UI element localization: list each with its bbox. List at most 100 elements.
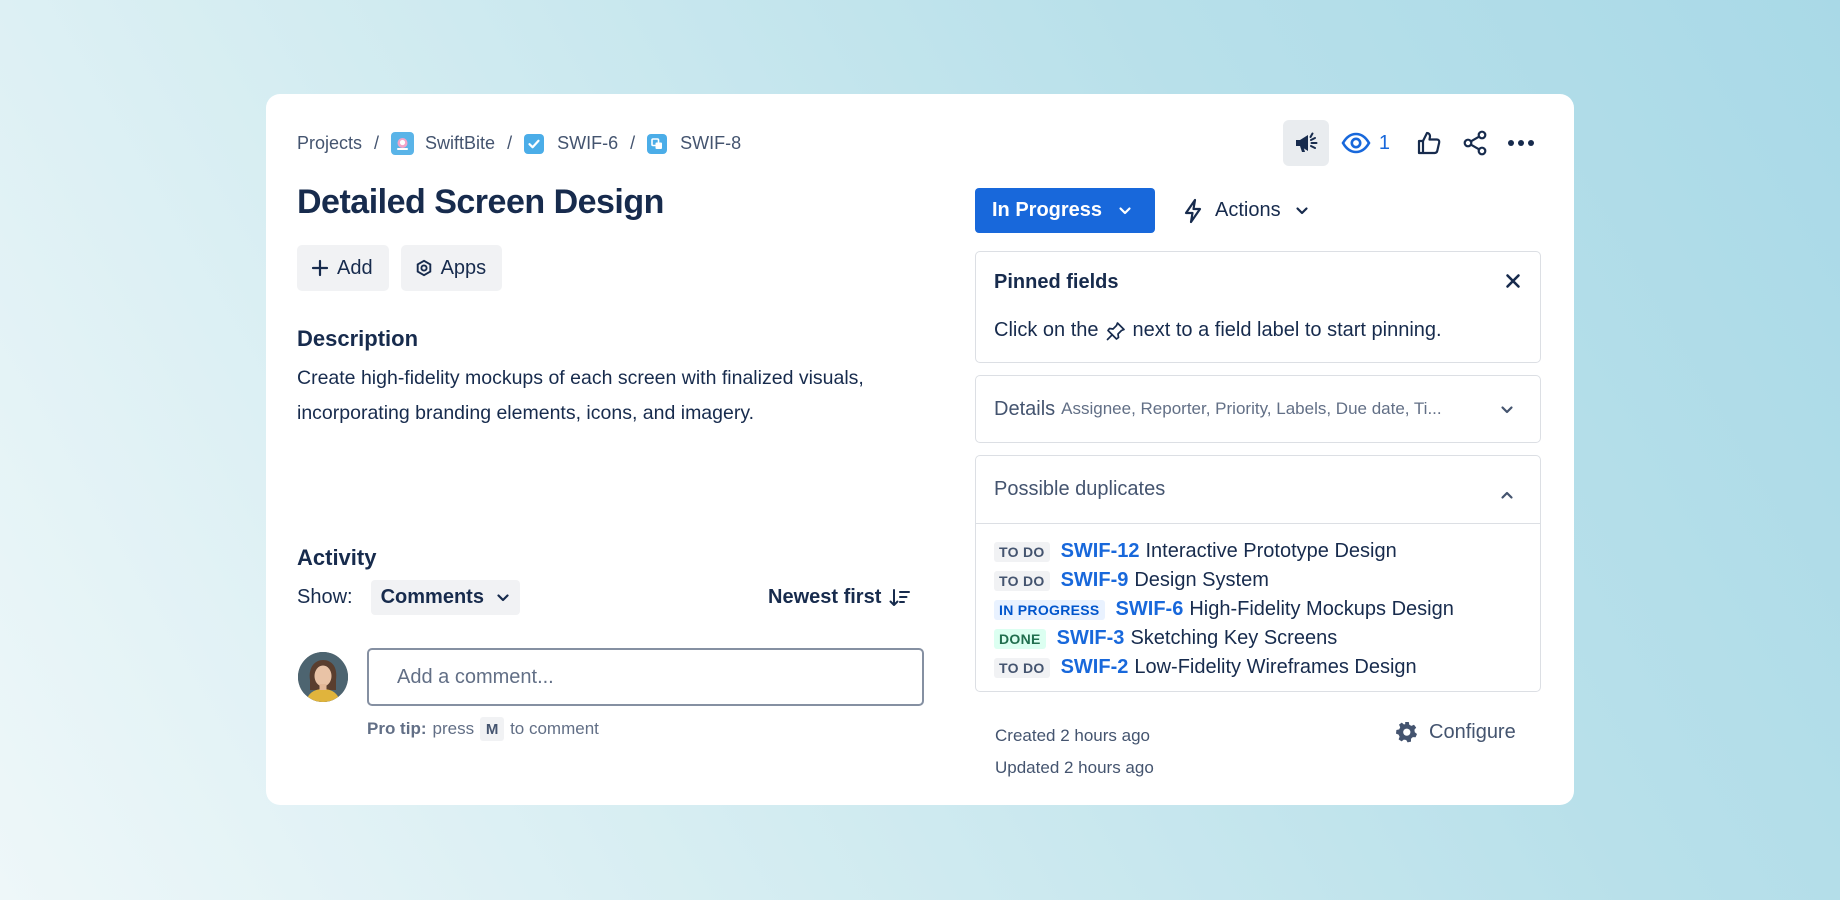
duplicates-list: TO DO SWIF-12 Interactive Prototype Desi… — [976, 524, 1540, 682]
breadcrumb-separator: / — [630, 133, 636, 153]
breadcrumb-parent-label: SWIF-6 — [557, 133, 619, 153]
issue-summary: High-Fidelity Mockups Design — [1189, 598, 1454, 620]
show-label: Show: — [297, 586, 353, 608]
pinned-hint-pre: Click on the — [994, 319, 1099, 341]
more-button[interactable] — [1498, 120, 1544, 166]
breadcrumb-parent-issue[interactable]: SWIF-6 — [524, 133, 618, 154]
configure-label: Configure — [1429, 720, 1516, 743]
share-icon — [1463, 130, 1487, 156]
thumbs-up-icon — [1417, 131, 1441, 155]
status-lozenge: TO DO — [994, 657, 1050, 678]
apps-icon — [415, 259, 433, 277]
pinned-fields-panel: Pinned fields Click on the next to a fie… — [975, 251, 1541, 363]
issue-key-link[interactable]: SWIF-12 — [1061, 540, 1140, 563]
list-item[interactable]: DONE SWIF-3 Sketching Key Screens — [994, 624, 1540, 653]
issue-key-link[interactable]: SWIF-2 — [1061, 656, 1129, 679]
activity-heading: Activity — [297, 545, 377, 570]
breadcrumb-projects[interactable]: Projects — [297, 133, 362, 154]
details-label: Details — [994, 397, 1056, 420]
pinned-fields-hint: Click on the next to a field label to st… — [994, 319, 1442, 342]
status-dropdown[interactable]: In Progress — [975, 188, 1155, 233]
task-icon — [524, 133, 545, 154]
list-item[interactable]: TO DO SWIF-12 Interactive Prototype Desi… — [994, 537, 1540, 566]
issue-summary: Design System — [1134, 569, 1269, 591]
chevron-down-icon — [497, 593, 509, 601]
issue-timestamps: Created 2 hours ago Updated 2 hours ago — [995, 720, 1154, 784]
project-avatar-icon — [391, 132, 415, 155]
subtask-icon — [647, 133, 668, 154]
activity-filter-value: Comments — [380, 586, 484, 608]
pin-icon — [1106, 321, 1125, 340]
pro-tip-post: to comment — [510, 719, 599, 738]
updated-timestamp: Updated 2 hours ago — [995, 758, 1154, 777]
list-item[interactable]: TO DO SWIF-2 Low-Fidelity Wireframes Des… — [994, 653, 1540, 682]
pro-tip-label: Pro tip: — [367, 719, 427, 738]
plus-icon — [311, 259, 329, 277]
issue-card: Projects / SwiftBite / SWIF-6 / SWIF-8 1… — [266, 94, 1574, 805]
details-fields-summary: Assignee, Reporter, Priority, Labels, Du… — [1061, 399, 1442, 418]
breadcrumb: Projects / SwiftBite / SWIF-6 / SWIF-8 — [297, 132, 741, 155]
chevron-down-icon — [1295, 206, 1309, 216]
issue-summary: Interactive Prototype Design — [1145, 540, 1397, 562]
created-timestamp: Created 2 hours ago — [995, 726, 1150, 745]
breadcrumb-project[interactable]: SwiftBite — [391, 132, 495, 155]
share-button[interactable] — [1452, 120, 1498, 166]
activity-filter: Show: Comments — [297, 580, 520, 615]
pinned-hint-post: next to a field label to start pinning. — [1132, 319, 1442, 341]
eye-icon — [1341, 132, 1371, 154]
issue-key-link[interactable]: SWIF-6 — [1116, 598, 1184, 621]
breadcrumb-separator: / — [374, 133, 380, 153]
add-button[interactable]: Add — [297, 245, 389, 291]
lightning-icon — [1183, 198, 1203, 224]
pinned-fields-heading: Pinned fields — [994, 271, 1119, 293]
megaphone-icon — [1295, 132, 1318, 152]
issue-summary: Low-Fidelity Wireframes Design — [1134, 656, 1417, 678]
issue-key-link[interactable]: SWIF-9 — [1061, 569, 1129, 592]
watch-count: 1 — [1378, 131, 1390, 154]
chevron-down-icon — [1500, 402, 1514, 420]
description-heading: Description — [297, 326, 419, 351]
add-button-label: Add — [337, 256, 373, 279]
pro-tip: Pro tip: press M to comment — [367, 717, 599, 741]
activity-filter-select[interactable]: Comments — [370, 580, 520, 615]
status-label: In Progress — [992, 199, 1103, 221]
possible-duplicates-panel: Possible duplicates TO DO SWIF-12 Intera… — [975, 455, 1541, 692]
gear-icon — [1396, 722, 1417, 743]
feedback-button[interactable] — [1282, 120, 1329, 166]
chevron-down-icon — [1119, 206, 1131, 214]
possible-duplicates-heading: Possible duplicates — [994, 478, 1166, 500]
like-button[interactable] — [1406, 120, 1452, 166]
configure-button[interactable]: Configure — [1395, 716, 1516, 748]
close-pinned-fields-button[interactable] — [1504, 272, 1522, 295]
breadcrumb-separator: / — [507, 133, 513, 153]
apps-button-label: Apps — [440, 256, 487, 279]
user-avatar[interactable] — [298, 652, 348, 702]
apps-button[interactable]: Apps — [400, 245, 503, 291]
sort-descending-icon — [889, 588, 911, 606]
issue-key-link[interactable]: SWIF-3 — [1057, 627, 1125, 650]
actions-dropdown[interactable]: Actions — [1183, 188, 1309, 233]
breadcrumb-current-issue[interactable]: SWIF-8 — [647, 133, 741, 154]
quick-add-bar: Add Apps — [297, 245, 514, 291]
comment-input[interactable]: Add a comment... — [367, 648, 924, 706]
status-lozenge: DONE — [994, 628, 1046, 649]
keyboard-shortcut-key: M — [480, 717, 505, 741]
possible-duplicates-header[interactable]: Possible duplicates — [976, 456, 1540, 524]
description-text[interactable]: Create high-fidelity mockups of each scr… — [297, 361, 877, 431]
details-panel[interactable]: Details Assignee, Reporter, Priority, La… — [975, 375, 1541, 443]
status-lozenge: IN PROGRESS — [994, 599, 1105, 620]
breadcrumb-current-label: SWIF-8 — [680, 133, 742, 153]
issue-title[interactable]: Detailed Screen Design — [297, 183, 664, 222]
list-item[interactable]: TO DO SWIF-9 Design System — [994, 566, 1540, 595]
watch-button[interactable]: 1 — [1333, 120, 1398, 166]
chevron-up-icon — [1500, 483, 1514, 506]
close-icon — [1506, 274, 1520, 288]
issue-toolbar: 1 — [1282, 120, 1544, 166]
list-item[interactable]: IN PROGRESS SWIF-6 High-Fidelity Mockups… — [994, 595, 1540, 624]
status-lozenge: TO DO — [994, 541, 1050, 562]
breadcrumb-project-label: SwiftBite — [425, 133, 496, 153]
issue-summary: Sketching Key Screens — [1130, 627, 1338, 649]
sort-order-button[interactable]: Newest first — [768, 580, 911, 615]
actions-label: Actions — [1215, 199, 1281, 221]
sort-order-label: Newest first — [768, 586, 882, 608]
